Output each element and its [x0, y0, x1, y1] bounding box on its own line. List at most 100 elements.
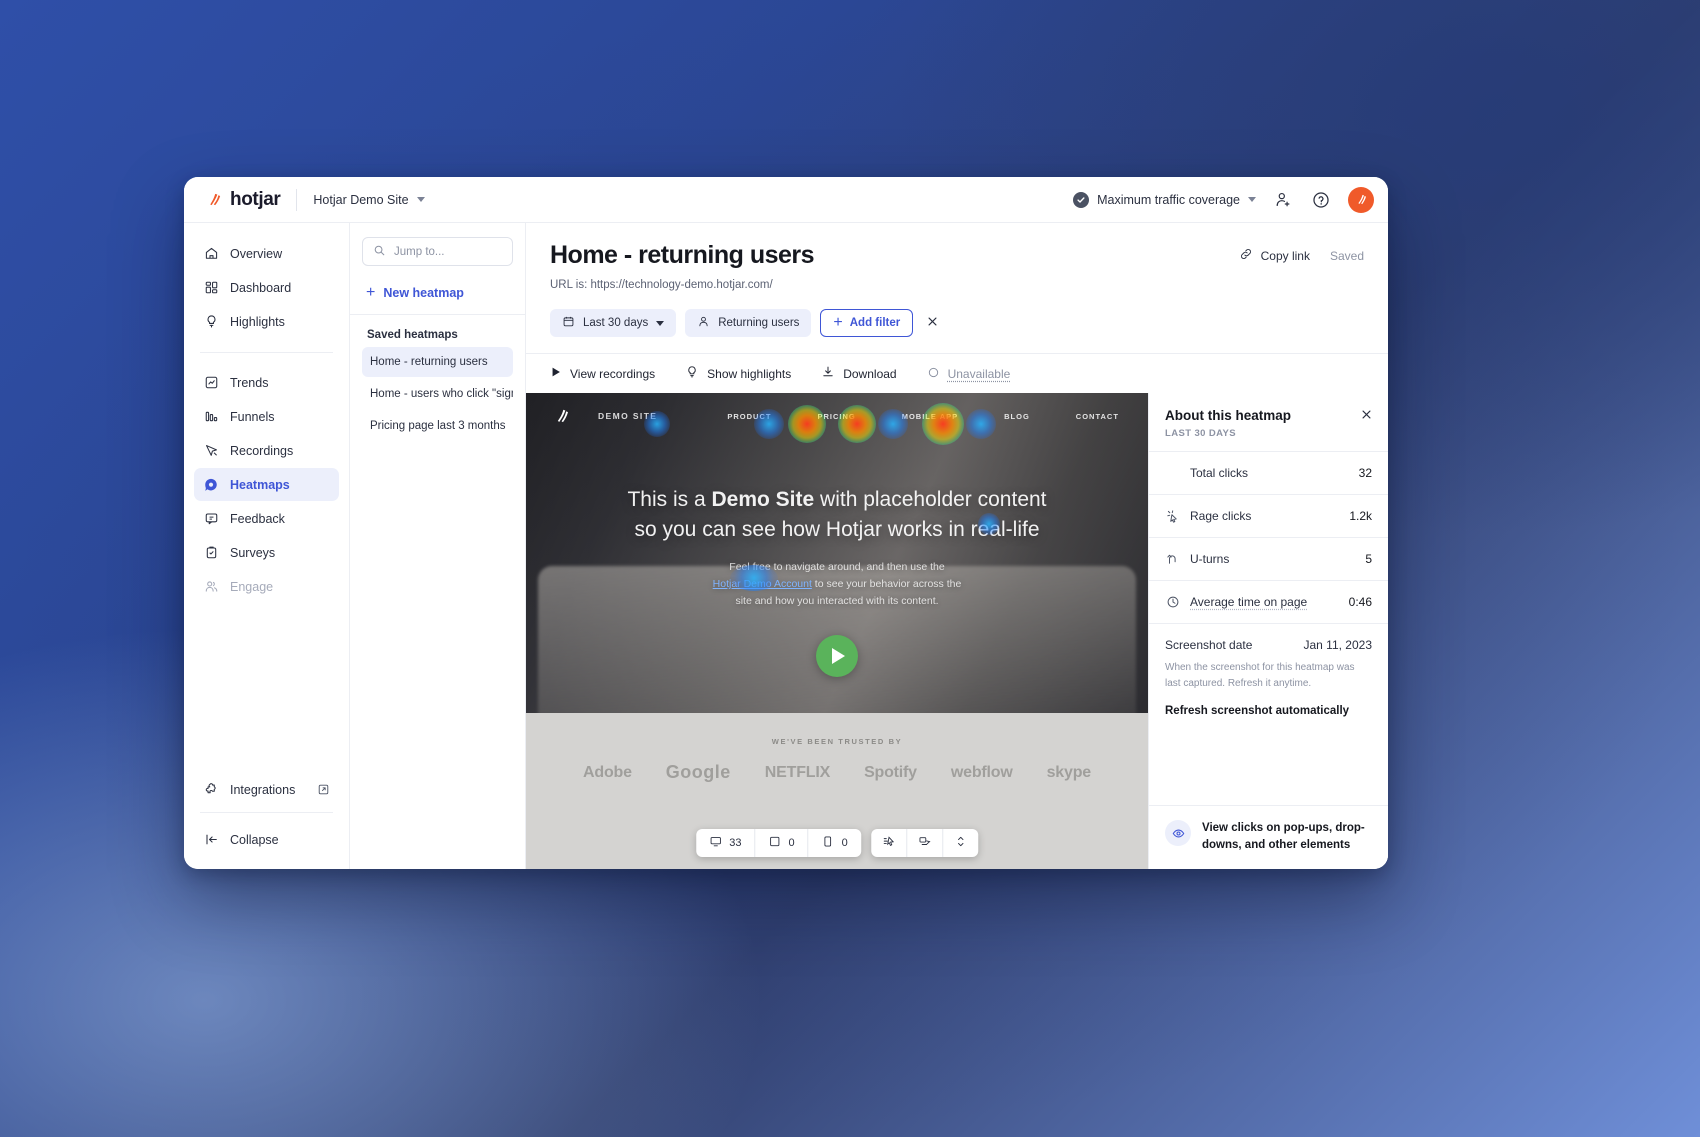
sidebar-item-label: Funnels [230, 409, 275, 424]
close-icon[interactable] [1359, 407, 1375, 423]
about-heatmap-panel: About this heatmap LAST 30 DAYS Total cl… [1148, 393, 1388, 869]
trusted-logo: NETFLIX [764, 763, 831, 781]
search-icon [373, 244, 386, 260]
download-button[interactable]: Download [821, 365, 897, 382]
sidebar-item-surveys[interactable]: Surveys [194, 536, 339, 569]
view-recordings-button[interactable]: View recordings [550, 366, 655, 381]
headline-emphasis: Demo Site [711, 488, 815, 511]
sidebar-item-engage[interactable]: Engage [194, 570, 339, 603]
list-item[interactable]: Home - users who click "sign up" [362, 379, 513, 409]
device-counts-group: 33 0 0 [696, 829, 861, 857]
link-icon [1239, 247, 1253, 264]
move-map-button[interactable] [907, 829, 943, 857]
sidebar-collapse-label: Collapse [230, 832, 279, 847]
app-body: Overview Dashboard Highlights Trends Fun… [184, 223, 1388, 869]
preview-subtext: Feel free to navigate around, and then u… [566, 559, 1108, 611]
sidebar-item-dashboard[interactable]: Dashboard [194, 271, 339, 304]
refresh-screenshot-button[interactable]: Refresh screenshot automatically [1165, 705, 1372, 717]
traffic-coverage-selector[interactable]: Maximum traffic coverage [1073, 191, 1256, 208]
u-turn-icon [1165, 552, 1180, 566]
mobile-count-button[interactable]: 0 [809, 829, 861, 857]
show-highlights-button[interactable]: Show highlights [685, 365, 791, 382]
hotjar-flame-icon [210, 193, 221, 206]
preview-nav-link: PRODUCT [727, 411, 772, 421]
add-filter-button[interactable]: + Add filter [820, 309, 914, 337]
screenshot-date-row: Screenshot date Jan 11, 2023 [1165, 638, 1372, 652]
headline-part-c: with placeholder content [814, 488, 1047, 511]
view-hidden-clicks-banner[interactable]: View clicks on pop-ups, drop-downs, and … [1149, 805, 1388, 869]
segment-filter[interactable]: Returning users [685, 309, 812, 337]
screenshot-date-label: Screenshot date [1165, 638, 1253, 652]
copy-link-button[interactable]: Copy link [1239, 247, 1310, 264]
funnels-bars-icon [203, 409, 219, 425]
clear-filters-icon[interactable] [925, 314, 943, 332]
sidebar-item-trends[interactable]: Trends [194, 366, 339, 399]
click-map-button[interactable] [871, 829, 907, 857]
site-selector[interactable]: Hotjar Demo Site [313, 193, 425, 207]
view-recordings-label: View recordings [570, 366, 656, 381]
chevron-down-icon [1248, 197, 1256, 202]
sidebar-item-feedback[interactable]: Feedback [194, 502, 339, 535]
sidebar-item-funnels[interactable]: Funnels [194, 400, 339, 433]
sidebar-collapse-button[interactable]: Collapse [194, 823, 339, 856]
main-content: Home - returning users URL is: https://t… [526, 223, 1388, 869]
about-panel-title: About this heatmap [1165, 408, 1292, 423]
feedback-chat-icon [203, 511, 219, 527]
scroll-map-button[interactable] [943, 829, 978, 857]
dashboard-grid-icon [203, 280, 219, 296]
tablet-count-button[interactable]: 0 [756, 829, 809, 857]
trusted-logo: Adobe [583, 763, 632, 781]
check-circle-icon [1073, 191, 1090, 208]
new-heatmap-label: New heatmap [383, 286, 464, 300]
heatmap-stage[interactable]: DEMO SITE PRODUCT PRICING MOBILE APP BLO… [526, 393, 1148, 869]
trusted-label: WE'VE BEEN TRUSTED BY [771, 737, 903, 746]
rage-click-icon [1165, 509, 1180, 523]
saved-status: Saved [1329, 248, 1364, 263]
move-map-icon [918, 835, 931, 851]
sidebar-item-recordings[interactable]: Recordings [194, 434, 339, 467]
preview-hero-copy: This is a Demo Site with placeholder con… [526, 485, 1148, 611]
view-hidden-clicks-label: View clicks on pop-ups, drop-downs, and … [1202, 822, 1365, 851]
sidebar-item-label: Feedback [230, 511, 285, 526]
page-url: URL is: https://technology-demo.hotjar.c… [550, 279, 773, 291]
subtext-part-a: Feel free to navigate around, and then u… [729, 560, 945, 573]
search-input[interactable] [394, 245, 502, 258]
sidebar-item-overview[interactable]: Overview [194, 237, 339, 270]
heatmap-toolbar: View recordings Show highlights Download [526, 353, 1388, 393]
help-circle-icon[interactable] [1310, 189, 1332, 211]
sidebar-item-highlights[interactable]: Highlights [194, 305, 339, 338]
sidebar-item-heatmaps[interactable]: Heatmaps [194, 468, 339, 501]
collapse-left-icon [203, 832, 219, 848]
new-heatmap-button[interactable]: + New heatmap [362, 276, 513, 310]
topbar-divider [296, 188, 298, 211]
list-item[interactable]: Home - returning users [362, 347, 513, 377]
content-row: DEMO SITE PRODUCT PRICING MOBILE APP BLO… [526, 393, 1388, 869]
search-field[interactable] [362, 237, 513, 266]
top-bar: hotjar Hotjar Demo Site Maximum traffic … [184, 177, 1388, 223]
mobile-count: 0 [841, 837, 848, 849]
download-label: Download [843, 366, 897, 381]
filter-bar: Last 30 days Returning users + Add filte… [526, 291, 1388, 353]
list-item[interactable]: Pricing page last 3 months [362, 411, 513, 441]
trusted-logo: Spotify [864, 763, 917, 781]
desktop-count-button[interactable]: 33 [696, 829, 756, 857]
about-panel-subtitle: LAST 30 DAYS [1165, 428, 1236, 439]
user-avatar[interactable] [1348, 186, 1374, 213]
preview-play-button[interactable] [816, 635, 858, 677]
date-range-filter[interactable]: Last 30 days [550, 309, 677, 337]
puzzle-icon [203, 782, 219, 798]
user-icon [697, 315, 710, 331]
trusted-logo: Google [665, 762, 731, 782]
home-icon [203, 246, 219, 262]
add-user-icon[interactable] [1272, 189, 1294, 211]
hotjar-logo[interactable]: hotjar [206, 189, 281, 211]
trusted-logo: skype [1046, 763, 1092, 781]
trusted-logo: webflow [950, 763, 1013, 781]
preview-demo-account-link[interactable]: Hotjar Demo Account [713, 578, 812, 590]
about-panel-header: About this heatmap LAST 30 DAYS [1149, 393, 1388, 451]
metric-label: Average time on page [1190, 595, 1308, 609]
lightbulb-icon [203, 314, 219, 330]
sidebar-item-integrations[interactable]: Integrations [194, 773, 339, 806]
header-actions: Copy link Saved [1239, 247, 1364, 264]
